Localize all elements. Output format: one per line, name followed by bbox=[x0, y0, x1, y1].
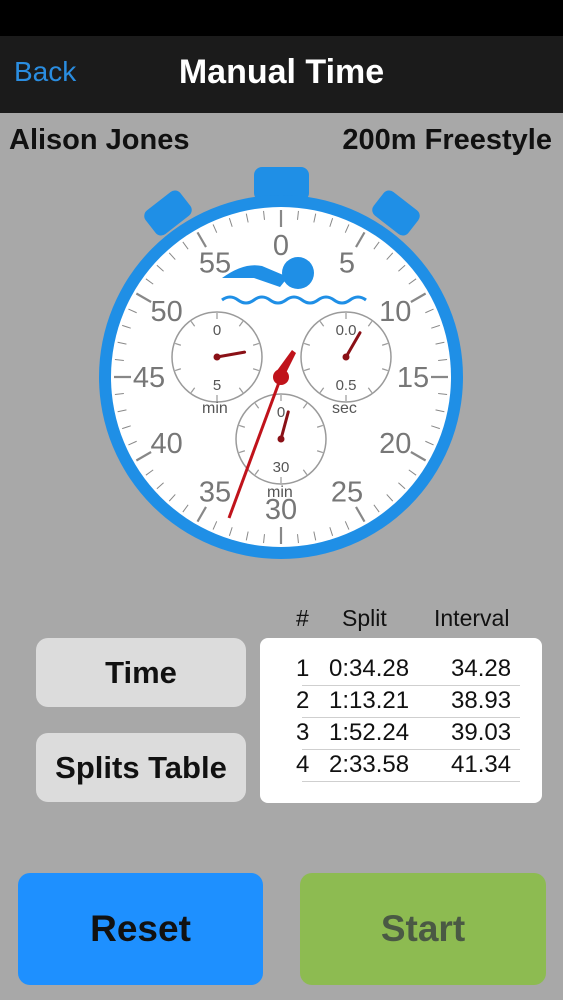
dial-label: 0 bbox=[273, 230, 289, 262]
split-interval: 38.93 bbox=[451, 687, 512, 714]
left-subdial: 05 bbox=[171, 311, 263, 403]
subdial-bottom-label: 5 bbox=[213, 377, 221, 394]
nav-bar: Back Manual Time bbox=[0, 36, 563, 113]
left-subdial-unit: min bbox=[202, 400, 228, 417]
subdial-top-label: 0 bbox=[213, 322, 221, 339]
splits-table-button[interactable]: Splits Table bbox=[36, 733, 246, 802]
main-hand-hub bbox=[273, 369, 289, 385]
row-divider bbox=[302, 717, 520, 718]
splits-header-split: Split bbox=[342, 605, 387, 631]
splits-header-num: # bbox=[296, 605, 309, 631]
status-bar bbox=[0, 0, 563, 36]
subdial-hub bbox=[342, 353, 350, 361]
subdial-bottom-label: 0.5 bbox=[336, 377, 357, 394]
split-time: 1:52.24 bbox=[329, 719, 410, 746]
dial-label: 10 bbox=[379, 296, 411, 328]
splits-header: # Split Interval bbox=[262, 605, 542, 635]
right-subdial: 0.0 0.5 bbox=[300, 311, 392, 403]
page-title: Manual Time bbox=[178, 53, 385, 91]
dial-label: 35 bbox=[199, 476, 231, 508]
dial-label: 45 bbox=[133, 362, 165, 394]
row-divider bbox=[302, 749, 520, 750]
start-button[interactable]: Start bbox=[300, 873, 546, 985]
split-time: 0:34.28 bbox=[329, 655, 410, 682]
subdial-top-label: 0.0 bbox=[336, 322, 357, 339]
dial-label: 25 bbox=[331, 476, 363, 508]
split-number: 3 bbox=[296, 719, 310, 746]
row-divider bbox=[302, 685, 520, 686]
dial-label: 20 bbox=[379, 428, 411, 460]
split-number: 2 bbox=[296, 687, 310, 714]
back-button[interactable]: Back bbox=[14, 56, 76, 88]
split-number: 4 bbox=[296, 751, 310, 778]
stopwatch-graphic: 0510152025303540455055 050.00.5030 bbox=[99, 167, 463, 559]
subdial-bottom-label: 30 bbox=[273, 459, 290, 476]
split-interval: 41.34 bbox=[451, 751, 512, 778]
stopwatch: 0 5 10 15 20 25 30 35 40 45 50 55 0 5 0.0 0.5 0 30 min s… bbox=[84, 150, 484, 570]
dial-label: 55 bbox=[199, 248, 231, 280]
dial-label: 5 bbox=[339, 248, 355, 280]
time-button[interactable]: Time bbox=[36, 638, 246, 707]
row-divider bbox=[302, 781, 520, 782]
table-row: 2 1:13.21 38.93 bbox=[260, 687, 542, 718]
dial-label: 40 bbox=[151, 428, 183, 460]
dial-label: 50 bbox=[151, 296, 183, 328]
split-interval: 34.28 bbox=[451, 655, 512, 682]
subdial-hub bbox=[213, 353, 221, 361]
table-row: 3 1:52.24 39.03 bbox=[260, 719, 542, 750]
dial-label: 15 bbox=[397, 362, 429, 394]
table-row: 4 2:33.58 41.34 bbox=[260, 751, 542, 782]
subdial-hub bbox=[277, 435, 285, 443]
split-time: 1:13.21 bbox=[329, 687, 410, 714]
split-time: 2:33.58 bbox=[329, 751, 410, 778]
splits-table: 1 0:34.28 34.28 2 1:13.21 38.93 3 1:52.2… bbox=[260, 638, 542, 803]
splits-header-interval: Interval bbox=[434, 605, 510, 631]
reset-button[interactable]: Reset bbox=[18, 873, 263, 985]
table-row: 1 0:34.28 34.28 bbox=[260, 655, 542, 686]
bottom-subdial-unit: min bbox=[267, 484, 293, 501]
right-subdial-unit: sec bbox=[332, 400, 357, 417]
split-interval: 39.03 bbox=[451, 719, 512, 746]
split-number: 1 bbox=[296, 655, 310, 682]
bottom-subdial: 0 30 bbox=[235, 393, 327, 485]
subdial-top-label: 0 bbox=[277, 404, 285, 421]
